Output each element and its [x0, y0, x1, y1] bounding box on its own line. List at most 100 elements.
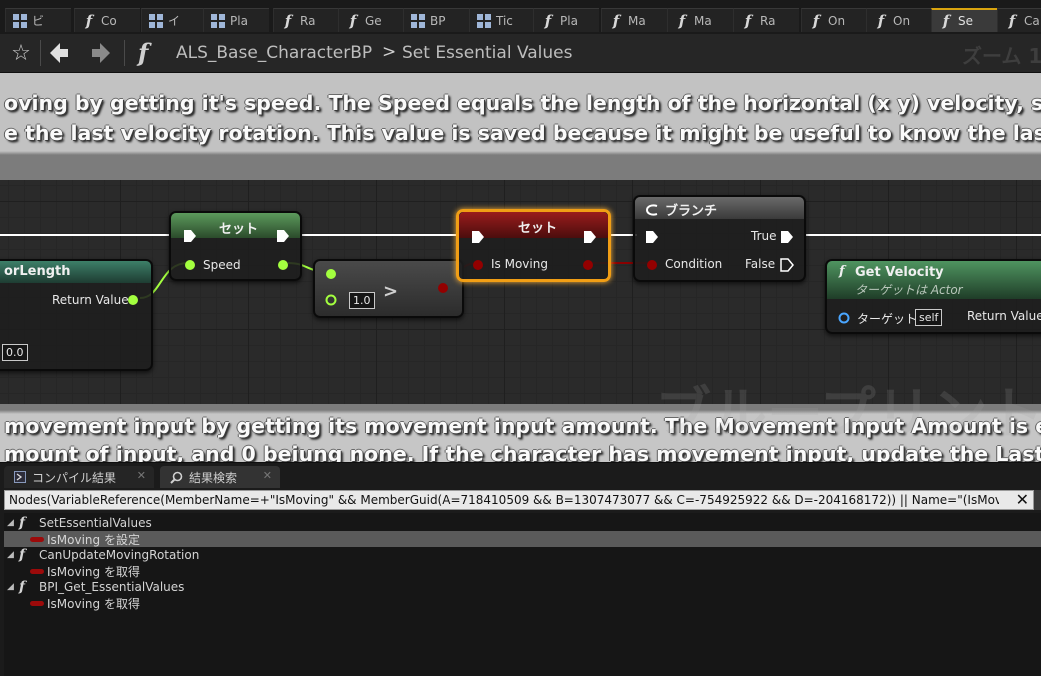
function-icon: f: [544, 11, 552, 30]
tab-7[interactable]: Tic: [469, 8, 535, 32]
expand-arrow-icon[interactable]: ◢: [7, 518, 17, 528]
float-pin-icon[interactable]: [276, 258, 290, 272]
zoom-indicator: ズーム 1: [962, 44, 1041, 68]
tab-label: BP: [430, 13, 446, 28]
node-set-speed[interactable]: セット Speed: [169, 211, 302, 281]
favorite-star-icon[interactable]: ☆: [6, 38, 36, 68]
object-pin-icon[interactable]: [837, 311, 851, 325]
float-pin-icon[interactable]: [126, 293, 140, 307]
search-icon: [170, 471, 183, 484]
bool-pin-icon[interactable]: [471, 258, 485, 272]
tab-label: Ca: [1024, 13, 1040, 28]
float-pin-icon[interactable]: [324, 267, 338, 281]
result-label: SetEssentialValues: [39, 516, 152, 530]
tab-label: Co: [101, 13, 117, 28]
tab-12[interactable]: f On: [801, 8, 867, 32]
blueprint-graph[interactable]: oving by getting it's speed. The Speed e…: [0, 73, 1041, 462]
tab-label: イ: [168, 14, 181, 28]
back-arrow-icon[interactable]: [44, 38, 74, 68]
close-icon[interactable]: ✕: [263, 469, 272, 482]
tab-14[interactable]: f Se: [931, 8, 997, 32]
float-pin-empty-icon[interactable]: [324, 293, 338, 307]
pin-label: Is Moving: [491, 257, 548, 271]
result-variable-row[interactable]: IsMoving を設定: [4, 531, 1041, 547]
exec-out-pin-icon[interactable]: [780, 230, 794, 244]
node-subtitle: ターゲットは Actor: [855, 283, 963, 297]
tab-9[interactable]: f Ma: [601, 8, 667, 32]
exec-in-pin-icon[interactable]: [645, 230, 659, 244]
node-vector-length[interactable]: orLength Return Value 0.0: [0, 259, 153, 371]
function-icon: f: [19, 579, 26, 595]
node-title: セット: [518, 221, 558, 236]
exec-out-pin-icon[interactable]: [583, 230, 597, 244]
document-tab-strip: ビ f Co イ Pla f Ra f Ge BP Tic f Pla f Ma f Ma f Ra f On f On f S…: [0, 0, 1041, 34]
tab-label: Tic: [496, 13, 513, 28]
close-icon[interactable]: ✕: [137, 469, 146, 482]
breadcrumb-blueprint[interactable]: ALS_Base_CharacterBP: [176, 43, 372, 63]
breadcrumb-function[interactable]: Set Essential Values: [402, 43, 572, 63]
tab-label: Ma: [694, 13, 712, 28]
tab-6[interactable]: BP: [403, 8, 469, 32]
function-icon: f: [349, 11, 357, 30]
node-greater-than[interactable]: 1.0 >: [313, 259, 464, 318]
float-pin-icon[interactable]: [183, 258, 197, 272]
tab-compile-results[interactable]: コンパイル結果 ✕: [4, 466, 154, 488]
tab-11[interactable]: f Ra: [733, 8, 799, 32]
exec-out-empty-pin-icon[interactable]: [780, 258, 794, 272]
exec-in-pin-icon[interactable]: [471, 230, 485, 244]
tab-4[interactable]: f Ra: [273, 8, 339, 32]
node-get-velocity[interactable]: f Get Velocity ターゲットは Actor ターゲット self R…: [825, 259, 1041, 334]
tab-label: Pla: [230, 13, 248, 28]
tab-label: Se: [958, 14, 973, 28]
compare-value-field[interactable]: 1.0: [349, 292, 375, 309]
bool-pin-icon[interactable]: [645, 258, 659, 272]
expand-arrow-icon[interactable]: ◢: [7, 550, 17, 560]
search-input[interactable]: Nodes(VariableReference(MemberName=+"IsM…: [9, 491, 999, 509]
pin-label-condition: Condition: [665, 257, 723, 271]
tab-label: ビ: [32, 14, 45, 28]
tab-0[interactable]: ビ: [5, 8, 71, 32]
grid-icon: [210, 13, 226, 29]
function-icon: f: [877, 11, 885, 30]
tab-13[interactable]: f On: [866, 8, 932, 32]
result-variable-row[interactable]: IsMoving を取得: [4, 563, 1041, 579]
tab-8[interactable]: f Pla: [533, 8, 599, 32]
node-set-is-moving[interactable]: セット Is Moving: [456, 209, 611, 282]
result-variable-row[interactable]: IsMoving を取得: [4, 595, 1041, 611]
pin-label: Return Value: [52, 293, 129, 307]
function-icon: f: [612, 11, 620, 30]
pin-label: Speed: [203, 258, 241, 272]
exec-in-pin-icon[interactable]: [183, 229, 197, 243]
expand-arrow-icon[interactable]: ◢: [7, 582, 17, 592]
function-icon: f: [942, 12, 950, 30]
grid-icon: [148, 13, 164, 29]
result-label: IsMoving を取得: [47, 564, 140, 579]
tab-3[interactable]: Pla: [203, 8, 269, 32]
default-value-field[interactable]: 0.0: [2, 344, 28, 361]
bool-pin-icon[interactable]: [436, 281, 450, 295]
tab-find-results[interactable]: 結果検索 ✕: [160, 466, 280, 488]
bool-pin-icon[interactable]: [581, 258, 595, 272]
tab-1[interactable]: f Co: [74, 8, 140, 32]
compile-icon: [14, 471, 26, 483]
forward-arrow-icon[interactable]: [86, 38, 116, 68]
tab-5[interactable]: f Ge: [338, 8, 404, 32]
result-function-row[interactable]: ◢ f CanUpdateMovingRotation: [4, 547, 1041, 563]
function-icon: f: [284, 11, 292, 30]
node-title: orLength: [4, 264, 71, 279]
scrollbar[interactable]: [1034, 490, 1041, 510]
node-title: Get Velocity: [855, 265, 944, 280]
result-function-row[interactable]: ◢ f SetEssentialValues: [4, 515, 1041, 531]
exec-out-pin-icon[interactable]: [276, 229, 290, 243]
grid-icon: [476, 13, 492, 29]
clear-search-icon[interactable]: ✕: [1016, 490, 1029, 509]
tab-label: 結果検索: [189, 470, 238, 485]
result-function-row[interactable]: ◢ f BPI_Get_EssentialValues: [4, 579, 1041, 595]
function-icon: f: [744, 11, 752, 30]
node-branch[interactable]: ブランチ True Condition False: [633, 195, 806, 282]
result-label: BPI_Get_EssentialValues: [39, 580, 185, 594]
self-value-field[interactable]: self: [915, 309, 943, 326]
tab-2[interactable]: イ: [141, 8, 207, 32]
tab-15[interactable]: f Ca: [997, 8, 1041, 32]
tab-10[interactable]: f Ma: [667, 8, 733, 32]
